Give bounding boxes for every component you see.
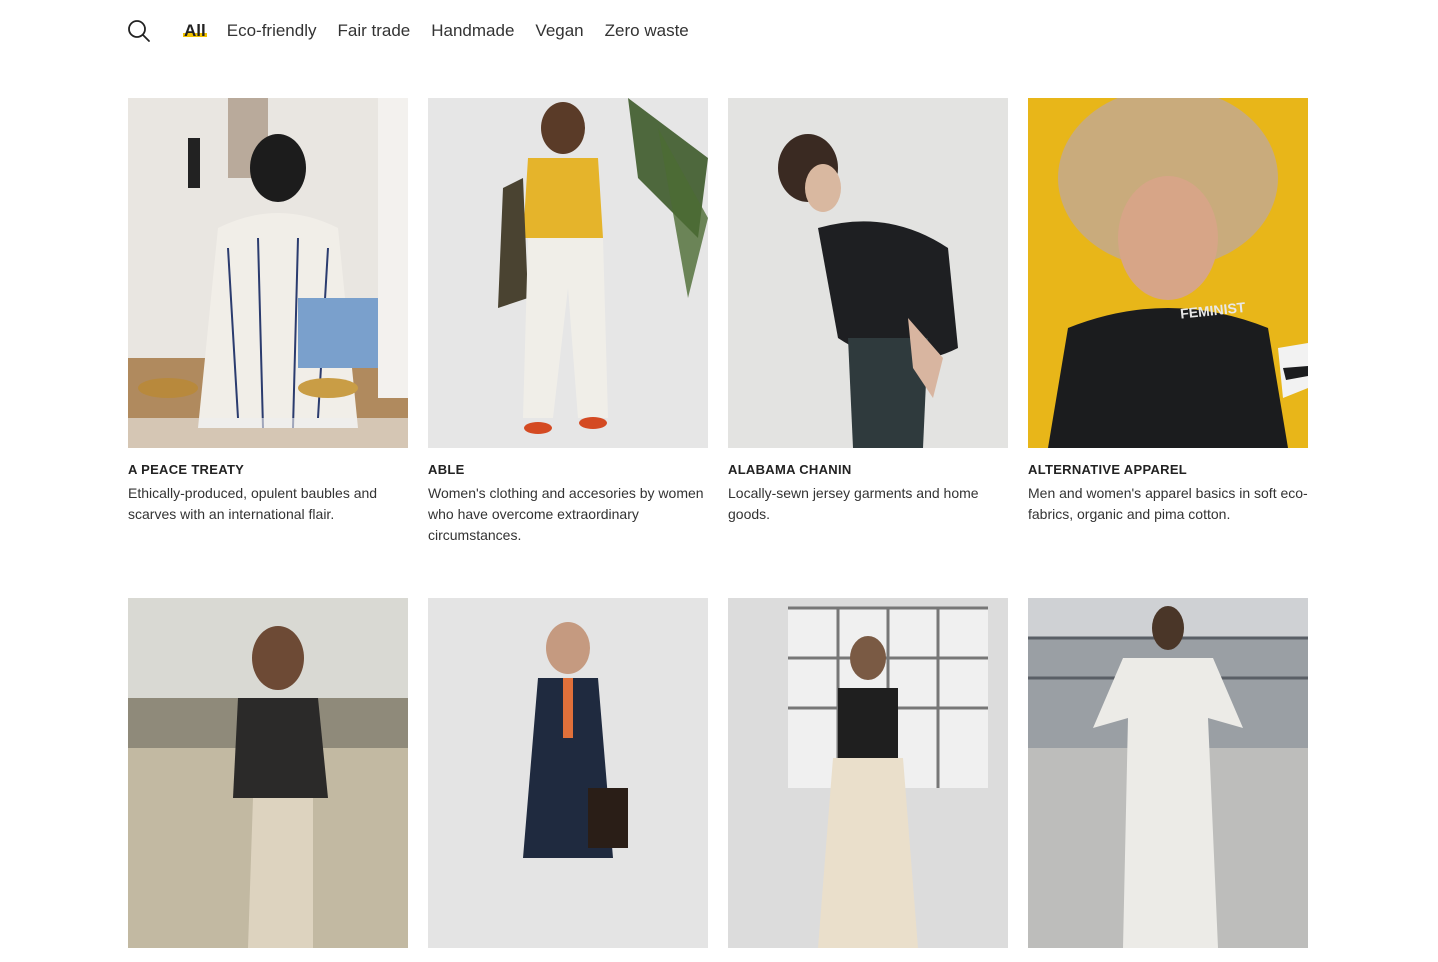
brand-card[interactable] <box>1028 598 1308 962</box>
brand-description: Men and women's apparel basics in soft e… <box>1028 485 1308 522</box>
filter-eco-friendly[interactable]: Eco-friendly <box>227 21 317 41</box>
filter-zero-waste[interactable]: Zero waste <box>605 21 689 41</box>
brand-description: Ethically-produced, opulent baubles and … <box>128 485 378 522</box>
brand-description: Women's clothing and accesories by women… <box>428 485 704 543</box>
search-icon[interactable] <box>127 19 151 43</box>
brand-card[interactable]: ABLE Women's clothing and accesories by … <box>428 98 708 546</box>
brand-card[interactable] <box>728 598 1008 962</box>
brand-photo[interactable] <box>428 598 708 948</box>
brand-card[interactable]: A PEACE TREATY Ethically-produced, opule… <box>128 98 408 525</box>
brand-name[interactable]: A PEACE TREATY <box>128 462 408 477</box>
filter-vegan[interactable]: Vegan <box>535 21 583 41</box>
brand-photo[interactable] <box>428 98 708 448</box>
brand-card[interactable]: ALABAMA CHANIN Locally-sewn jersey garme… <box>728 98 1008 525</box>
brand-photo[interactable] <box>1028 598 1308 948</box>
filter-handmade[interactable]: Handmade <box>431 21 514 41</box>
category-filters: All Eco-friendly Fair trade Handmade Veg… <box>183 21 710 41</box>
brand-photo[interactable] <box>728 98 1008 448</box>
brand-name[interactable]: ABLE <box>428 462 708 477</box>
brand-photo[interactable] <box>728 598 1008 948</box>
brand-photo[interactable] <box>128 98 408 448</box>
top-nav: All Eco-friendly Fair trade Handmade Veg… <box>127 16 710 46</box>
brand-name[interactable]: ALABAMA CHANIN <box>728 462 1008 477</box>
brand-card[interactable]: FEMINIST ALTERNATIVE APPAREL Men and wom… <box>1028 98 1308 525</box>
brand-card[interactable] <box>428 598 708 962</box>
brand-photo[interactable] <box>128 598 408 948</box>
filter-all[interactable]: All <box>183 21 207 41</box>
filter-fair-trade[interactable]: Fair trade <box>338 21 411 41</box>
brand-description: Locally-sewn jersey garments and home go… <box>728 485 979 522</box>
brand-photo[interactable]: FEMINIST <box>1028 98 1308 448</box>
brand-name[interactable]: ALTERNATIVE APPAREL <box>1028 462 1308 477</box>
brand-card[interactable] <box>128 598 408 962</box>
